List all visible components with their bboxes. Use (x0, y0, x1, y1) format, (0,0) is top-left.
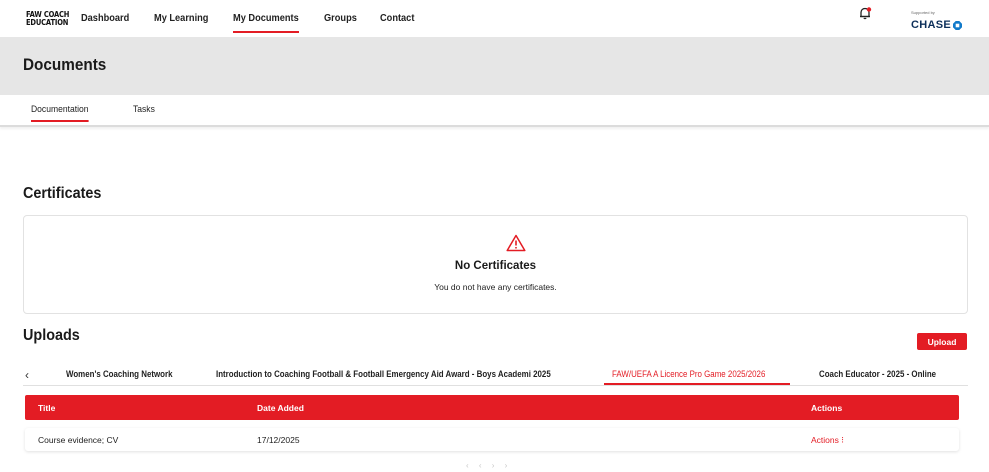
tab-documentation[interactable]: Documentation (31, 104, 89, 122)
page-title: Documents (23, 55, 107, 74)
empty-certificates-title: No Certificates (454, 260, 537, 272)
course-tabs: ‹ Women's Coaching Network Introduction … (23, 364, 968, 386)
active-tab-indicator (604, 383, 790, 385)
chevron-left-icon[interactable]: ‹ (25, 368, 29, 382)
upload-button[interactable]: Upload (917, 333, 967, 350)
documents-header: Documents (0, 37, 989, 95)
pagination[interactable]: ‹ ‹ › › (466, 461, 511, 470)
uploads-table-header: Title Date Added Actions (25, 395, 959, 420)
row-actions-menu[interactable]: Actions ⁝ (811, 435, 844, 446)
notification-bell-icon[interactable] (858, 6, 872, 20)
row-title: Course evidence; CV (38, 435, 119, 445)
nav-my-documents[interactable]: My Documents (233, 12, 299, 33)
warning-icon (506, 234, 526, 252)
chase-octagon-icon (953, 20, 963, 30)
certificates-heading: Certificates (23, 185, 102, 202)
tab-tasks[interactable]: Tasks (133, 104, 155, 115)
column-title: Title (38, 403, 56, 413)
nav-my-learning[interactable]: My Learning (154, 12, 208, 24)
column-actions: Actions (811, 403, 843, 413)
top-nav: FAW COACH EDUCATION Dashboard My Learnin… (0, 0, 989, 37)
course-tab-womens-coaching[interactable]: Women's Coaching Network (66, 369, 172, 379)
chase-sponsor-logo: Supported by CHASE (911, 10, 963, 33)
course-tab-uefa-a-licence[interactable]: FAW/UEFA A Licence Pro Game 2025/2026 (612, 369, 765, 379)
nav-dashboard[interactable]: Dashboard (81, 12, 129, 24)
course-tab-intro-coaching[interactable]: Introduction to Coaching Football & Foot… (216, 369, 551, 379)
course-tab-coach-educator[interactable]: Coach Educator - 2025 - Online (819, 369, 936, 379)
row-date: 17/12/2025 (257, 435, 300, 445)
document-subtabs: Documentation Tasks (0, 95, 989, 127)
faw-logo[interactable]: FAW COACH EDUCATION (26, 11, 69, 27)
certificates-empty-card: No Certificates You do not have any cert… (23, 215, 968, 314)
column-date-added: Date Added (257, 403, 304, 413)
nav-groups[interactable]: Groups (324, 12, 357, 24)
nav-contact[interactable]: Contact (380, 12, 414, 24)
empty-certificates-text: You do not have any certificates. (434, 282, 557, 292)
uploads-heading: Uploads (23, 327, 80, 344)
table-row: Course evidence; CV 17/12/2025 Actions ⁝ (25, 428, 959, 451)
